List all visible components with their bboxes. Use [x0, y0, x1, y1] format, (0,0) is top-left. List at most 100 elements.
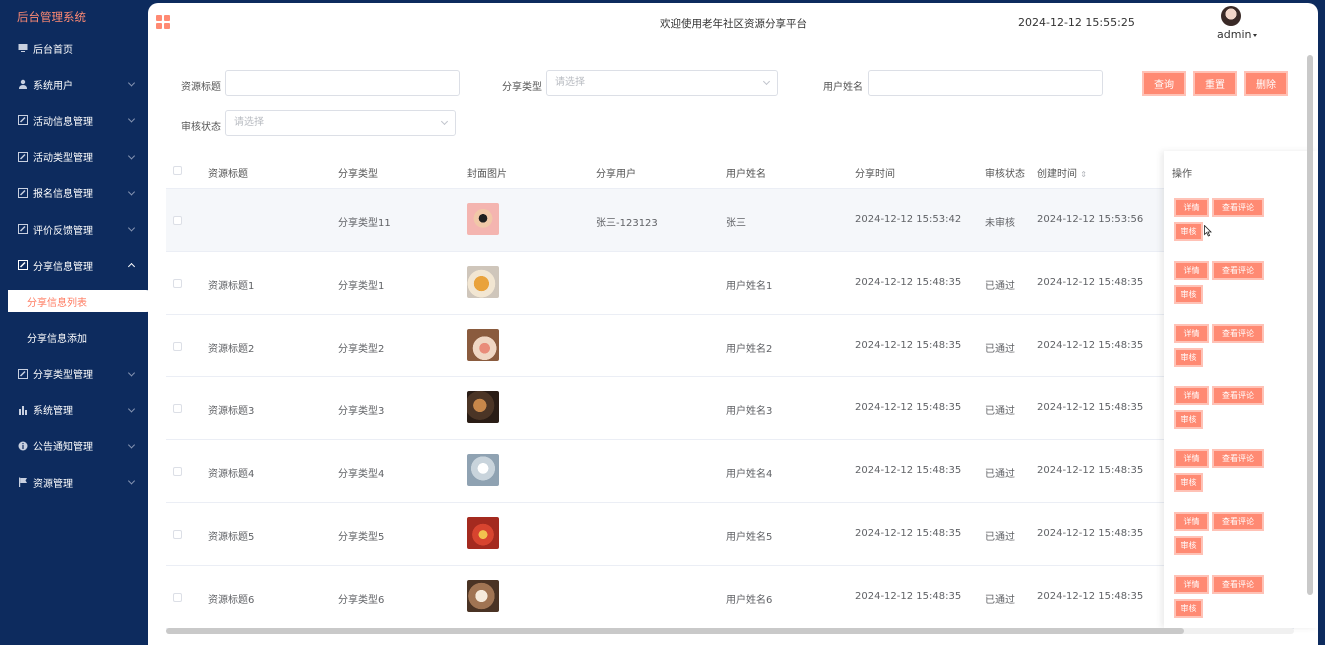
- sidebar-item-signup-info[interactable]: 报名信息管理: [0, 175, 148, 211]
- sidebar-item-activity-type[interactable]: 活动类型管理: [0, 139, 148, 175]
- row-checkbox[interactable]: [173, 404, 182, 414]
- chevron-down-icon: [127, 405, 136, 413]
- review-button[interactable]: 审核: [1174, 536, 1203, 555]
- cell-status: 已通过: [985, 406, 1015, 418]
- table-row[interactable]: 分享类型11 张三-123123 张三 2024-12-12 15:53:42 未审核 2…: [166, 189, 1294, 252]
- detail-button[interactable]: 详情: [1174, 386, 1209, 406]
- table-row[interactable]: 资源标题3 分享类型3 用户姓名3 2024-12-12 15:48:35 已通过 202…: [166, 377, 1294, 441]
- detail-button[interactable]: 详情: [1174, 260, 1209, 280]
- cell-share-time: 2024-12-12 15:48:35: [855, 339, 962, 351]
- chevron-down-icon: [127, 477, 136, 485]
- view-comments-button[interactable]: 查看评论: [1212, 449, 1264, 469]
- horizontal-scroll-thumb[interactable]: [166, 628, 1184, 634]
- delete-button[interactable]: 删除: [1244, 71, 1288, 96]
- row-checkbox[interactable]: [173, 216, 182, 225]
- table-row[interactable]: 资源标题5 分享类型5 用户姓名5 2024-12-12 15:48:35 已通过 202…: [166, 503, 1294, 566]
- cover-image[interactable]: [467, 579, 499, 612]
- review-button[interactable]: 审核: [1174, 473, 1203, 493]
- cover-image[interactable]: [467, 391, 499, 424]
- cell-created: 2024-12-12 15:48:35: [1037, 528, 1144, 539]
- user-icon: [18, 79, 28, 90]
- row-checkbox[interactable]: [173, 592, 182, 602]
- cell-type: 分享类型1: [338, 280, 385, 292]
- view-comments-button[interactable]: 查看评论: [1212, 323, 1264, 343]
- sidebar-item-system-users[interactable]: 系统用户: [0, 66, 148, 102]
- username: admin: [1217, 28, 1252, 41]
- col-actions: 操作: [1172, 169, 1192, 180]
- edit-icon: [18, 260, 28, 271]
- cell-type: 分享类型3: [338, 406, 385, 418]
- horizontal-scrollbar[interactable]: [166, 628, 1294, 634]
- view-comments-button[interactable]: 查看评论: [1212, 198, 1264, 217]
- row-checkbox[interactable]: [173, 278, 182, 288]
- row-checkbox[interactable]: [173, 467, 182, 477]
- cell-name: 用户姓名1: [726, 280, 773, 292]
- sidebar-item-label: 评价反馈管理: [33, 225, 93, 237]
- sidebar-item-activity-info[interactable]: 活动信息管理: [0, 102, 148, 138]
- sort-icon[interactable]: ⇕: [1080, 170, 1087, 179]
- edit-icon: [18, 151, 28, 162]
- avatar[interactable]: [1221, 6, 1241, 26]
- cover-image[interactable]: [467, 328, 499, 361]
- title-input[interactable]: [225, 70, 460, 96]
- name-input[interactable]: [868, 70, 1103, 96]
- status-select[interactable]: 请选择: [225, 110, 456, 136]
- cell-created: 2024-12-12 15:48:35: [1037, 465, 1144, 477]
- sidebar-item-label: 报名信息管理: [33, 189, 93, 201]
- sidebar-item-system-admin[interactable]: 系统管理: [0, 392, 148, 428]
- chevron-up-icon: [127, 263, 136, 271]
- sidebar-item-announcements[interactable]: 公告通知管理: [0, 428, 148, 464]
- detail-button[interactable]: 详情: [1174, 512, 1209, 531]
- cover-image[interactable]: [467, 203, 499, 235]
- row-checkbox[interactable]: [173, 530, 182, 539]
- cover-image[interactable]: [467, 454, 499, 487]
- sidebar-subitem-share-add[interactable]: 分享信息添加: [0, 319, 148, 355]
- view-comments-button[interactable]: 查看评论: [1212, 512, 1264, 531]
- sidebar-subitem-share-list[interactable]: 分享信息列表: [8, 290, 156, 313]
- review-button[interactable]: 审核: [1174, 598, 1203, 618]
- sidebar-item-home[interactable]: 后台首页: [0, 30, 148, 66]
- chevron-down-icon: [127, 441, 136, 449]
- detail-button[interactable]: 详情: [1174, 574, 1209, 594]
- cell-name: 用户姓名5: [726, 532, 773, 543]
- row-checkbox[interactable]: [173, 341, 182, 351]
- sidebar-item-label: 后台首页: [33, 44, 73, 56]
- detail-button[interactable]: 详情: [1174, 449, 1209, 469]
- table-row[interactable]: 资源标题4 分享类型4 用户姓名4 2024-12-12 15:48:35 已通过 202…: [166, 440, 1294, 503]
- cover-image[interactable]: [467, 265, 499, 298]
- grid-icon[interactable]: [156, 15, 170, 29]
- user-menu[interactable]: admin: [1217, 28, 1258, 41]
- view-comments-button[interactable]: 查看评论: [1212, 386, 1264, 406]
- cell-type: 分享类型4: [338, 469, 385, 481]
- type-select[interactable]: 请选择: [546, 70, 778, 96]
- detail-button[interactable]: 详情: [1174, 323, 1209, 343]
- cell-user: 张三-123123: [596, 218, 658, 229]
- query-button[interactable]: 查询: [1142, 71, 1186, 96]
- select-all-checkbox[interactable]: [173, 166, 182, 175]
- detail-button[interactable]: 详情: [1174, 198, 1209, 217]
- review-button[interactable]: 审核: [1174, 347, 1203, 367]
- sidebar-item-share-type[interactable]: 分享类型管理: [0, 356, 148, 392]
- chevron-down-icon: [127, 115, 136, 124]
- view-comments-button[interactable]: 查看评论: [1212, 574, 1264, 594]
- sidebar-item-resources[interactable]: 资源管理: [0, 464, 148, 500]
- review-button[interactable]: 审核: [1174, 410, 1203, 430]
- table-row[interactable]: 资源标题1 分享类型1 用户姓名1 2024-12-12 15:48:35 已通过 202…: [166, 252, 1294, 315]
- cell-share-time: 2024-12-12 15:53:42: [855, 214, 962, 225]
- vertical-scrollbar[interactable]: [1307, 55, 1313, 595]
- table-row[interactable]: 资源标题6 分享类型6 用户姓名6 2024-12-12 15:48:35 已通过 202…: [166, 566, 1294, 629]
- info-icon: [18, 441, 28, 451]
- mouse-cursor-icon: [1204, 225, 1212, 237]
- sidebar-item-feedback[interactable]: 评价反馈管理: [0, 211, 148, 247]
- col-created[interactable]: 创建时间 ⇕: [1037, 165, 1087, 180]
- table-row[interactable]: 资源标题2 分享类型2 用户姓名2 2024-12-12 15:48:35 已通过 202…: [166, 315, 1294, 378]
- cover-image[interactable]: [467, 517, 499, 549]
- cell-type: 分享类型2: [338, 343, 385, 355]
- view-comments-button[interactable]: 查看评论: [1212, 260, 1264, 280]
- cell-type: 分享类型6: [338, 594, 385, 606]
- review-button[interactable]: 审核: [1174, 222, 1203, 241]
- reset-button[interactable]: 重置: [1193, 71, 1237, 96]
- edit-icon: [18, 224, 28, 235]
- sidebar-item-share-info[interactable]: 分享信息管理: [0, 247, 148, 283]
- review-button[interactable]: 审核: [1174, 284, 1203, 304]
